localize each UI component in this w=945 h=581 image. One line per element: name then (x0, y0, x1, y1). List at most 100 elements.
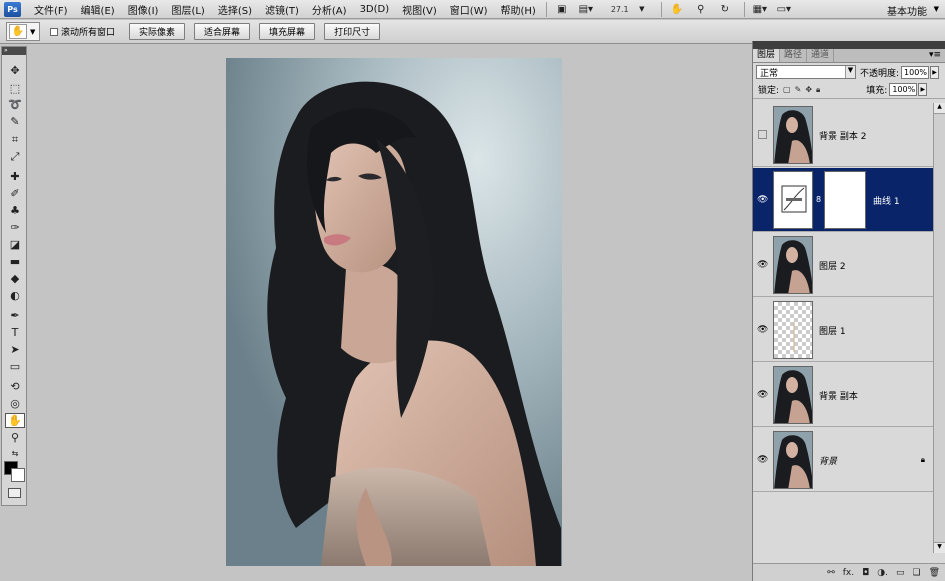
quick-selection-tool-icon[interactable]: ✎ (5, 114, 25, 129)
blur-tool-icon[interactable]: ◆ (5, 271, 25, 286)
menu-layer[interactable]: 图层(L) (171, 2, 204, 17)
layer-name[interactable]: 图层 1 (819, 324, 846, 337)
eye-icon[interactable]: 👁︎ (757, 196, 768, 205)
layer-name[interactable]: 背景 (819, 454, 837, 467)
lasso-tool-icon[interactable]: ➰ (5, 97, 25, 112)
shape-tool-icon[interactable]: ▭ (5, 359, 25, 374)
photoshop-logo: Ps (4, 1, 21, 17)
fill-slider-icon[interactable]: ▶ (918, 83, 928, 96)
zoom-tool-icon[interactable]: ⚲ (5, 430, 25, 445)
layer-row[interactable]: 👁︎ 背景 副本 (753, 363, 933, 427)
screen-mode-icon[interactable]: ▭▾ (775, 2, 793, 17)
layer-name[interactable]: 图层 2 (819, 259, 846, 272)
lock-all-icon[interactable]: 🔒︎ (816, 85, 820, 95)
workspace-dropdown-icon[interactable]: ▼ (934, 5, 939, 13)
hand-tool-icon[interactable]: ✋ (668, 2, 686, 17)
gradient-tool-icon[interactable]: ▬ (5, 254, 25, 269)
layer-name[interactable]: 背景 副本 (819, 389, 858, 402)
opacity-field[interactable]: 100% (901, 65, 930, 79)
layer-name[interactable]: 背景 副本 2 (819, 129, 866, 142)
link-layers-icon[interactable]: ⚯ (827, 568, 835, 578)
new-layer-icon[interactable]: ❏ (912, 568, 920, 578)
menu-analysis[interactable]: 分析(A) (312, 2, 347, 17)
new-group-icon[interactable]: ▭ (896, 568, 905, 578)
layer-mask-thumbnail[interactable] (824, 171, 866, 229)
adjustment-layer-icon[interactable]: ◑. (877, 568, 888, 578)
menu-window[interactable]: 窗口(W) (450, 2, 488, 17)
layer-row-selected[interactable]: 👁︎ 8 曲线 1 (753, 168, 933, 232)
fit-screen-button[interactable]: 适合屏幕 (194, 23, 251, 40)
view-extras-icon[interactable]: ▤▾ (577, 2, 595, 17)
layer-row[interactable]: 👁︎ 图层 1 (753, 298, 933, 362)
tab-layers[interactable]: 图层 (753, 49, 781, 62)
clone-stamp-tool-icon[interactable]: ♣ (5, 203, 25, 218)
lock-transparency-icon[interactable]: ▢ (783, 85, 791, 94)
pen-tool-icon[interactable]: ✒ (5, 308, 25, 323)
workspace-switcher[interactable]: 基本功能 (887, 3, 927, 18)
layers-scrollbar[interactable]: ▲ ▼ (933, 103, 945, 553)
chain-link-icon[interactable]: 8 (816, 195, 821, 204)
layer-row[interactable]: 👁︎ 图层 2 (753, 233, 933, 297)
path-selection-tool-icon[interactable]: ➤ (5, 342, 25, 357)
history-brush-tool-icon[interactable]: ✑ (5, 220, 25, 235)
healing-brush-tool-icon[interactable]: ✚ (5, 169, 25, 184)
eraser-tool-icon[interactable]: ◪ (5, 237, 25, 252)
move-tool-icon[interactable]: ✥ (5, 63, 25, 78)
zoom-tool-icon[interactable]: ⚲ (692, 2, 710, 17)
hand-tool-icon[interactable]: ✋ (5, 413, 25, 428)
scroll-up-icon[interactable]: ▲ (934, 103, 945, 114)
lock-position-icon[interactable]: ✥ (805, 85, 812, 94)
tab-paths[interactable]: 路径 (780, 49, 808, 62)
marquee-tool-icon[interactable]: ⬚ (5, 81, 25, 96)
rotate-view-icon[interactable]: ↻ (716, 2, 734, 17)
default-colors-icon[interactable]: ⇆ (5, 446, 25, 461)
menu-file[interactable]: 文件(F) (34, 2, 68, 17)
panel-dock-header[interactable] (753, 41, 945, 49)
eyedropper-tool-icon[interactable]: ⤢ (5, 149, 25, 164)
opacity-slider-icon[interactable]: ▶ (930, 65, 940, 79)
layer-name[interactable]: 曲线 1 (873, 194, 900, 207)
menu-view[interactable]: 视图(V) (402, 2, 437, 17)
eye-icon[interactable]: 👁︎ (757, 326, 768, 335)
quick-mask-icon[interactable] (8, 488, 21, 498)
menu-filter[interactable]: 滤镜(T) (265, 2, 299, 17)
menu-edit[interactable]: 编辑(E) (81, 2, 115, 17)
actual-pixels-button[interactable]: 实际像素 (129, 23, 186, 40)
3d-orbit-tool-icon[interactable]: ◎ (5, 396, 25, 411)
layer-row[interactable]: 👁︎ 背景 🔒︎ (753, 428, 933, 492)
menu-3d[interactable]: 3D(D) (360, 4, 390, 15)
background-color-swatch[interactable] (11, 468, 25, 482)
tab-channels[interactable]: 通道 (807, 49, 835, 62)
arrange-documents-icon[interactable]: ▦▾ (751, 2, 769, 17)
scroll-all-checkbox[interactable] (50, 27, 58, 36)
fill-field[interactable]: 100% (889, 83, 918, 96)
blend-mode-select[interactable]: 正常 ▼ (756, 65, 856, 79)
3d-rotate-tool-icon[interactable]: ⟲ (5, 379, 25, 394)
lock-pixels-icon[interactable]: ✎ (795, 85, 802, 94)
menu-image[interactable]: 图像(I) (128, 2, 159, 17)
tools-panel-header[interactable]: » (2, 47, 26, 55)
panel-menu-icon[interactable]: ▾≡ (929, 50, 941, 60)
layer-style-icon[interactable]: fx. (843, 568, 854, 578)
scroll-down-icon[interactable]: ▼ (934, 542, 945, 553)
add-mask-icon[interactable]: ◘ (862, 568, 869, 578)
eye-icon[interactable]: 👁︎ (757, 391, 768, 400)
eye-icon[interactable]: 👁︎ (757, 261, 768, 270)
zoom-dropdown-icon[interactable]: ▼ (633, 2, 651, 17)
type-tool-icon[interactable]: T (5, 325, 25, 340)
crop-tool-icon[interactable]: ⌗ (5, 132, 25, 147)
visibility-toggle[interactable] (758, 130, 767, 139)
menu-help[interactable]: 帮助(H) (501, 2, 536, 17)
delete-layer-icon[interactable]: 🗑︎ (929, 568, 940, 578)
menu-select[interactable]: 选择(S) (218, 2, 252, 17)
eye-icon[interactable]: 👁︎ (757, 456, 768, 465)
print-size-button[interactable]: 打印尺寸 (324, 23, 381, 40)
bridge-icon[interactable]: ▣ (553, 2, 571, 17)
tool-preset-picker[interactable]: ✋ ▼ (6, 22, 40, 41)
document-canvas[interactable] (226, 58, 562, 566)
layer-row[interactable]: 背景 副本 2 (753, 103, 933, 167)
brush-tool-icon[interactable]: ✐ (5, 186, 25, 201)
dodge-tool-icon[interactable]: ◐ (5, 288, 25, 303)
scroll-all-windows-option[interactable]: 滚动所有窗口 (50, 25, 115, 38)
fill-screen-button[interactable]: 填充屏幕 (259, 23, 316, 40)
